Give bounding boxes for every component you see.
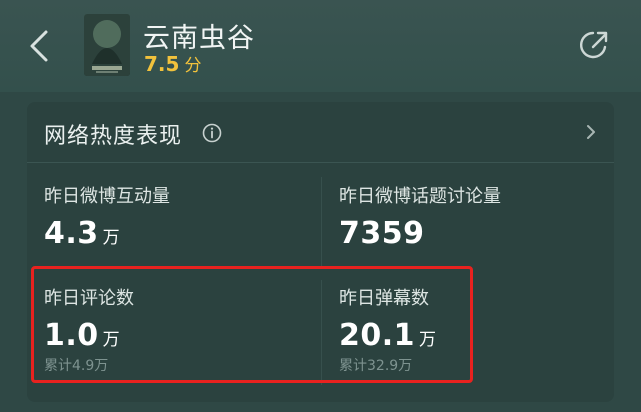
- back-arrow-icon: [30, 30, 48, 62]
- movie-poster[interactable]: [84, 14, 130, 76]
- info-icon[interactable]: [201, 122, 223, 144]
- column-divider: [321, 177, 322, 267]
- rating-unit: 分: [184, 56, 202, 76]
- movie-title: 云南虫谷: [143, 23, 255, 54]
- metric-label: 昨日微博互动量: [44, 186, 170, 207]
- metric-value: 1.0 万: [44, 318, 134, 353]
- metric-cumulative: 累计4.9万: [44, 358, 109, 374]
- rating-score: 7.5: [144, 52, 180, 76]
- column-divider: [321, 280, 322, 385]
- metric-unit: 万: [102, 330, 120, 350]
- metric-label: 昨日评论数: [44, 288, 134, 309]
- top-header: 云南虫谷 7.5 分: [0, 0, 641, 92]
- metric-value: 7359: [339, 216, 501, 251]
- card-header[interactable]: 网络热度表现: [27, 102, 614, 163]
- card-title: 网络热度表现: [44, 124, 183, 149]
- share-icon: [580, 31, 608, 59]
- metric-number: 7359: [339, 216, 425, 251]
- metric-comments: 昨日评论数 1.0 万 累计4.9万: [44, 284, 134, 375]
- metric-number: 1.0: [44, 318, 99, 353]
- back-button[interactable]: [22, 22, 62, 70]
- metric-number: 4.3: [44, 216, 99, 251]
- poster-image: [84, 14, 130, 76]
- heat-performance-card: 网络热度表现 昨日微博互动量 4.3 万 昨日微博话题讨论量 7359 昨日评论数…: [27, 102, 614, 402]
- chevron-right-icon[interactable]: [583, 121, 599, 143]
- metric-value: 4.3 万: [44, 216, 170, 251]
- metric-unit: 万: [419, 330, 437, 350]
- movie-rating: 7.5 分: [144, 51, 201, 76]
- metric-danmaku: 昨日弹幕数 20.1 万 累计32.9万: [339, 284, 436, 375]
- metric-unit: 万: [102, 228, 120, 248]
- metric-label: 昨日微博话题讨论量: [339, 186, 501, 207]
- metric-label: 昨日弹幕数: [339, 288, 429, 309]
- share-button[interactable]: [575, 25, 615, 65]
- metric-weibo-topic-discussion: 昨日微博话题讨论量 7359: [339, 182, 501, 251]
- metric-value: 20.1 万: [339, 318, 436, 353]
- metric-number: 20.1: [339, 318, 416, 353]
- metric-weibo-interactions: 昨日微博互动量 4.3 万: [44, 182, 170, 251]
- metric-cumulative: 累计32.9万: [339, 358, 413, 374]
